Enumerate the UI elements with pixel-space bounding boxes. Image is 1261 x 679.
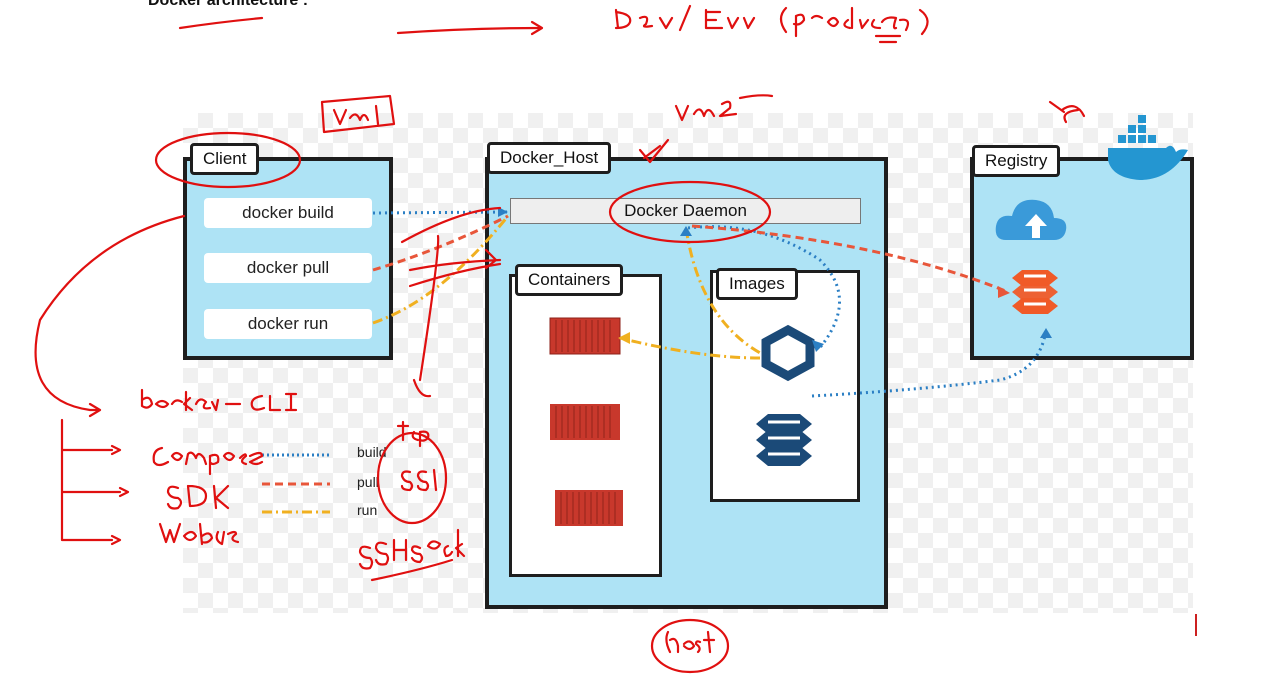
shipping-container-icon [550, 404, 620, 440]
cloud-upload-icon [995, 199, 1067, 240]
build-flow-arrow [372, 210, 1048, 398]
diagram-overlay [34, 4, 1197, 674]
shipping-container-icon [555, 490, 623, 526]
image-hexagon-icon [761, 324, 815, 382]
registry-stack-icon [1012, 270, 1058, 314]
docker-whale-icon [1108, 115, 1188, 180]
image-stack-icon [756, 414, 812, 466]
shipping-container-icon [549, 317, 621, 355]
legend [262, 453, 330, 514]
